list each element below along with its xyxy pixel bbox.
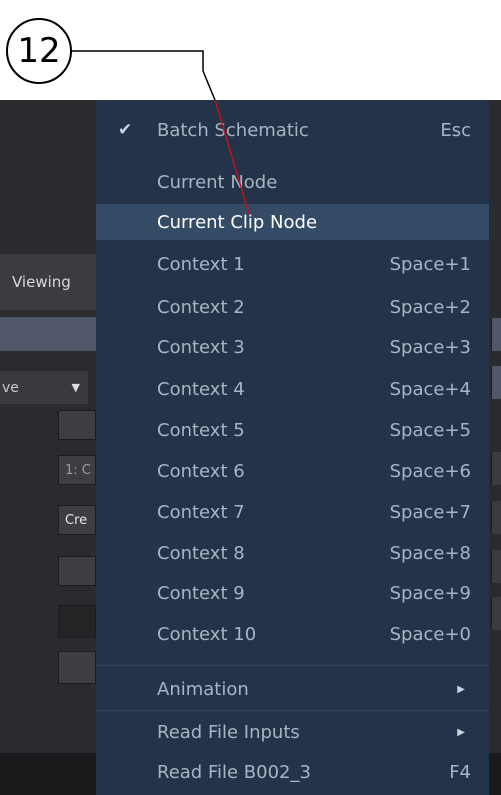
callout-number-badge: 12 [6, 18, 72, 84]
menu-item-current-node[interactable]: Current Node [96, 167, 489, 198]
menu-separator [96, 710, 489, 711]
menu-item-context-4[interactable]: Context 4 Space+4 [96, 374, 489, 405]
right-panel-button[interactable] [491, 550, 501, 583]
menu-item-shortcut: Space+1 [389, 253, 471, 275]
panel-button[interactable] [58, 556, 96, 586]
menu-item-shortcut: F4 [449, 761, 471, 783]
create-button[interactable]: Cre [58, 505, 96, 535]
menu-item-label: Context 10 [157, 623, 257, 645]
checkmark-icon: ✔ [118, 120, 133, 141]
panel-field[interactable] [58, 605, 96, 638]
menu-item-shortcut: Esc [440, 119, 471, 141]
menu-item-read-file-inputs[interactable]: Read File Inputs ▶ [96, 717, 489, 748]
submenu-arrow-icon: ▶ [457, 726, 465, 738]
menu-item-label: Read File B002_3 [157, 761, 311, 783]
menu-item-context-6[interactable]: Context 6 Space+6 [96, 456, 489, 487]
right-panel-bar [491, 318, 501, 351]
selection-bar [0, 317, 96, 351]
menu-item-label: Context 7 [157, 501, 245, 523]
menu-item-label: Context 1 [157, 253, 245, 275]
tab-viewing[interactable]: Viewing [0, 254, 96, 310]
right-panel-bar [491, 366, 501, 399]
menu-separator [96, 665, 489, 666]
menu-item-context-7[interactable]: Context 7 Space+7 [96, 497, 489, 528]
menu-item-shortcut: Space+0 [389, 623, 471, 645]
menu-item-context-5[interactable]: Context 5 Space+5 [96, 415, 489, 446]
menu-item-shortcut: Space+2 [389, 296, 471, 318]
menu-item-label: Context 3 [157, 336, 245, 358]
menu-item-context-2[interactable]: Context 2 Space+2 [96, 292, 489, 323]
menu-item-label: Current Node [157, 171, 278, 193]
menu-item-batch-schematic[interactable]: ✔ Batch Schematic Esc [96, 115, 489, 146]
menu-item-context-1[interactable]: Context 1 Space+1 [96, 249, 489, 280]
menu-item-label: Animation [157, 678, 249, 700]
menu-item-current-clip-node[interactable]: Current Clip Node [96, 204, 489, 240]
menu-item-label: Read File Inputs [157, 721, 300, 743]
mode-dropdown[interactable]: ve ▼ [0, 371, 88, 404]
right-panel-button[interactable] [491, 501, 501, 534]
menu-item-label: Context 9 [157, 582, 245, 604]
menu-item-shortcut: Space+7 [389, 501, 471, 523]
menu-item-read-file-b002-3[interactable]: Read File B002_3 F4 [96, 757, 489, 788]
menu-item-label: Batch Schematic [157, 119, 309, 141]
right-panel-button[interactable] [491, 597, 501, 630]
caret-down-icon: ▼ [71, 381, 80, 394]
menu-item-label: Context 5 [157, 419, 245, 441]
menu-item-shortcut: Space+4 [389, 378, 471, 400]
menu-item-context-3[interactable]: Context 3 Space+3 [96, 332, 489, 363]
submenu-arrow-icon: ▶ [457, 683, 465, 695]
menu-item-label: Context 4 [157, 378, 245, 400]
panel-button[interactable] [58, 651, 96, 684]
menu-item-context-8[interactable]: Context 8 Space+8 [96, 538, 489, 569]
menu-item-shortcut: Space+6 [389, 460, 471, 482]
menu-item-shortcut: Space+8 [389, 542, 471, 564]
right-panel-button[interactable] [491, 452, 501, 485]
mode-dropdown-value: ve [2, 379, 19, 396]
menu-item-context-9[interactable]: Context 9 Space+9 [96, 578, 489, 609]
menu-item-animation[interactable]: Animation ▶ [96, 674, 489, 705]
menu-item-shortcut: Space+9 [389, 582, 471, 604]
menu-item-shortcut: Space+3 [389, 336, 471, 358]
menu-item-label: Current Clip Node [157, 211, 318, 233]
menu-item-context-10[interactable]: Context 10 Space+0 [96, 619, 489, 650]
menu-item-label: Context 8 [157, 542, 245, 564]
panel-button[interactable] [58, 410, 96, 440]
clip-field[interactable]: 1: C [58, 455, 96, 485]
menu-item-shortcut: Space+5 [389, 419, 471, 441]
menu-item-label: Context 2 [157, 296, 245, 318]
context-menu: ✔ Batch Schematic Esc Current Node Curre… [96, 100, 489, 795]
menu-item-label: Context 6 [157, 460, 245, 482]
